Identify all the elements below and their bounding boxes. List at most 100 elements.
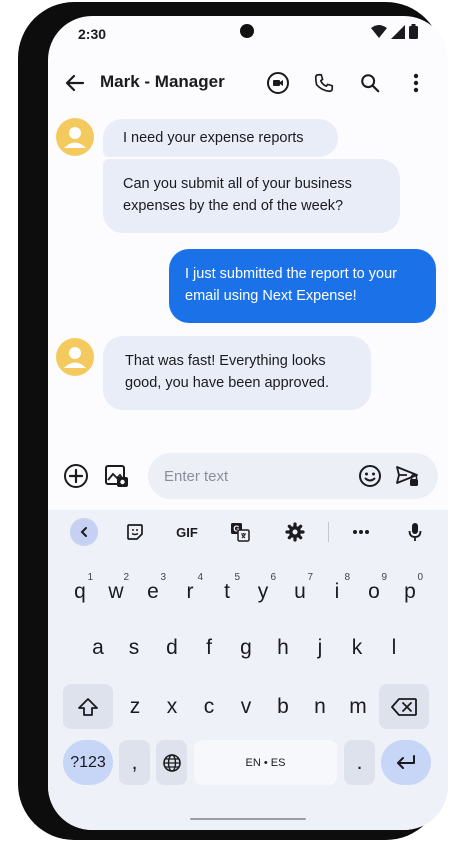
key-i[interactable]: i8 bbox=[322, 572, 352, 612]
key-l[interactable]: l bbox=[379, 628, 409, 668]
chevron-left-icon bbox=[80, 527, 87, 537]
shift-icon bbox=[78, 697, 98, 716]
key-v[interactable]: v bbox=[231, 684, 261, 729]
emoji-button[interactable] bbox=[355, 461, 385, 491]
contact-avatar[interactable] bbox=[56, 338, 94, 376]
key-f[interactable]: f bbox=[194, 628, 224, 668]
message-input[interactable] bbox=[164, 464, 344, 488]
key-b[interactable]: b bbox=[268, 684, 298, 729]
key-char: p bbox=[404, 580, 416, 603]
add-circle-icon bbox=[64, 464, 88, 488]
sticker-icon bbox=[127, 524, 143, 540]
key-hint: 0 bbox=[417, 572, 423, 583]
phone-icon bbox=[314, 73, 334, 93]
send-button[interactable] bbox=[393, 461, 423, 491]
camera-cutout bbox=[240, 24, 254, 38]
key-c[interactable]: c bbox=[194, 684, 224, 729]
key-hint: 1 bbox=[87, 572, 93, 583]
status-icons bbox=[371, 24, 418, 39]
toolbar-divider bbox=[328, 522, 329, 542]
message-incoming[interactable]: I need your expense reports bbox=[103, 119, 338, 157]
key-o[interactable]: o9 bbox=[359, 572, 389, 612]
backspace-key[interactable] bbox=[379, 684, 429, 729]
key-char: r bbox=[186, 580, 194, 603]
more-tools-button[interactable] bbox=[347, 518, 375, 546]
shift-key[interactable] bbox=[63, 684, 113, 729]
key-w[interactable]: w2 bbox=[101, 572, 131, 612]
key-p[interactable]: p0 bbox=[395, 572, 425, 612]
person-icon bbox=[64, 347, 86, 368]
gif-button[interactable]: GIF bbox=[170, 518, 204, 546]
key-s[interactable]: s bbox=[119, 628, 149, 668]
key-hint: 8 bbox=[344, 572, 350, 583]
more-options-button[interactable] bbox=[401, 68, 431, 98]
key-u[interactable]: u7 bbox=[285, 572, 315, 612]
key-char: e bbox=[147, 580, 159, 603]
translate-button[interactable]: G bbox=[226, 518, 254, 546]
key-j[interactable]: j bbox=[305, 628, 335, 668]
key-char: w bbox=[108, 580, 124, 603]
back-button[interactable] bbox=[62, 70, 88, 96]
key-hint: 7 bbox=[307, 572, 313, 583]
translate-icon: G bbox=[231, 523, 250, 542]
key-hint: 9 bbox=[381, 572, 387, 583]
enter-icon bbox=[397, 754, 415, 769]
comma-key[interactable]: , bbox=[119, 740, 150, 785]
globe-icon bbox=[162, 753, 181, 772]
period-key[interactable]: . bbox=[344, 740, 375, 785]
more-vert-icon bbox=[413, 73, 419, 93]
add-attachment-button[interactable] bbox=[61, 461, 91, 491]
key-char: q bbox=[74, 580, 86, 603]
sticker-button[interactable] bbox=[121, 518, 149, 546]
key-g[interactable]: g bbox=[231, 628, 261, 668]
key-hint: 6 bbox=[270, 572, 276, 583]
arrow-back-icon bbox=[65, 74, 85, 92]
key-n[interactable]: n bbox=[305, 684, 335, 729]
person-icon bbox=[64, 127, 86, 148]
symbols-key[interactable]: ?123 bbox=[63, 740, 113, 785]
contact-avatar[interactable] bbox=[56, 118, 94, 156]
key-char: i bbox=[334, 580, 340, 603]
keyboard-collapse-button[interactable] bbox=[70, 518, 98, 546]
message-incoming[interactable]: That was fast! Everything looks good, yo… bbox=[103, 336, 371, 410]
voice-call-button[interactable] bbox=[309, 68, 339, 98]
key-a[interactable]: a bbox=[83, 628, 113, 668]
keyboard-settings-button[interactable] bbox=[281, 518, 309, 546]
more-horiz-icon bbox=[353, 530, 369, 534]
key-hint: 4 bbox=[197, 572, 203, 583]
key-h[interactable]: h bbox=[268, 628, 298, 668]
enter-key[interactable] bbox=[381, 740, 431, 785]
space-key[interactable]: EN • ES bbox=[194, 740, 337, 785]
conversation-title: Mark - Manager bbox=[100, 72, 225, 91]
key-hint: 5 bbox=[234, 572, 240, 583]
emoji-icon bbox=[359, 465, 381, 487]
key-r[interactable]: r4 bbox=[175, 572, 205, 612]
key-m[interactable]: m bbox=[342, 684, 374, 729]
key-t[interactable]: t5 bbox=[212, 572, 242, 612]
language-switch-key[interactable] bbox=[156, 740, 187, 785]
send-encrypted-icon bbox=[396, 466, 418, 486]
key-y[interactable]: y6 bbox=[248, 572, 278, 612]
key-d[interactable]: d bbox=[157, 628, 187, 668]
signal-icon bbox=[391, 24, 405, 39]
video-call-button[interactable] bbox=[263, 68, 293, 98]
gallery-button[interactable] bbox=[102, 461, 132, 491]
home-indicator[interactable] bbox=[190, 818, 306, 820]
screen: 2:30 Mark - Manager I need your expense … bbox=[48, 16, 448, 830]
message-compose-bar bbox=[148, 453, 438, 499]
search-icon bbox=[361, 74, 380, 93]
key-e[interactable]: e3 bbox=[138, 572, 168, 612]
key-x[interactable]: x bbox=[157, 684, 187, 729]
wifi-icon bbox=[371, 24, 387, 38]
gear-icon bbox=[285, 522, 305, 542]
key-k[interactable]: k bbox=[342, 628, 372, 668]
status-time: 2:30 bbox=[78, 26, 107, 42]
key-q[interactable]: q1 bbox=[65, 572, 95, 612]
battery-icon bbox=[409, 24, 418, 39]
voice-input-button[interactable] bbox=[401, 518, 429, 546]
message-incoming[interactable]: Can you submit all of your business expe… bbox=[103, 159, 400, 233]
search-button[interactable] bbox=[355, 68, 385, 98]
key-char: o bbox=[368, 580, 380, 603]
message-outgoing[interactable]: I just submitted the report to your emai… bbox=[169, 249, 436, 323]
key-z[interactable]: z bbox=[120, 684, 150, 729]
